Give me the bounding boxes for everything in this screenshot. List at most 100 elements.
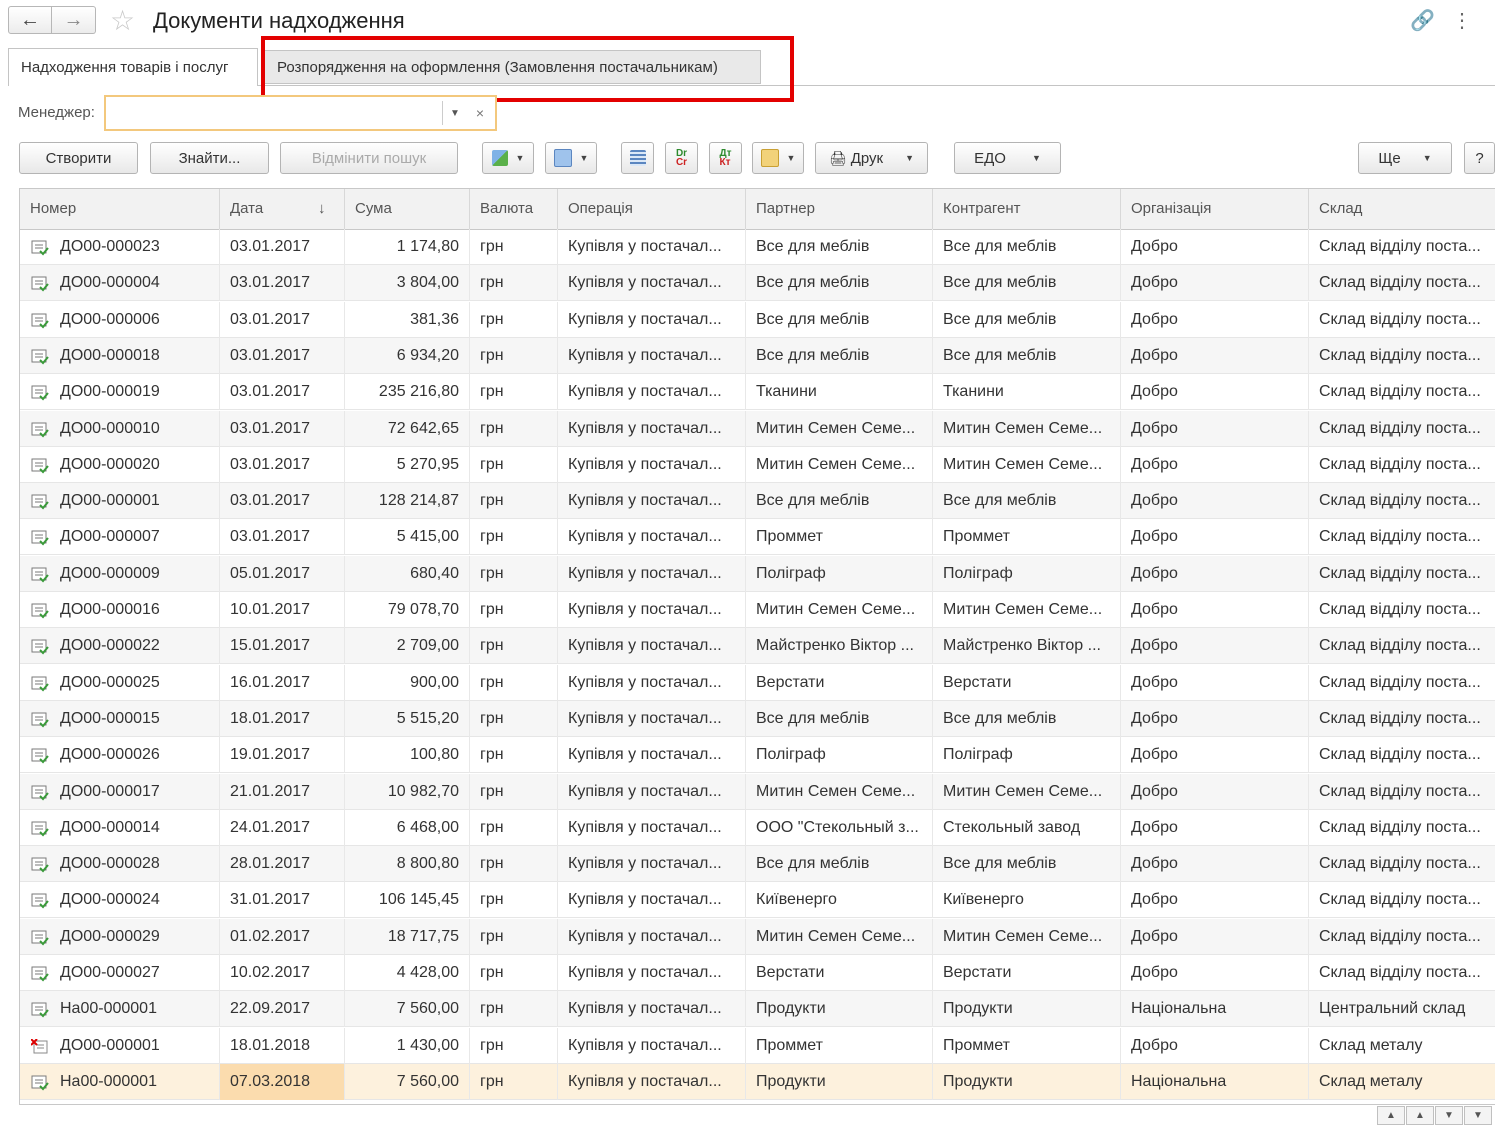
cell-counterparty: Митин Семен Семе... [933,410,1121,447]
cell-counterparty: Все для меблів [933,483,1121,520]
cell-organization: Добро [1121,337,1309,374]
cell-counterparty: Митин Семен Семе... [933,446,1121,483]
cell-currency: грн [470,446,558,483]
column-header-organization[interactable]: Організація [1121,189,1309,229]
scroll-top-icon[interactable]: ▲ [1377,1106,1405,1125]
table-row[interactable]: ДО00-000028 28.01.2017 8 800,80 грн Купівля … [20,846,1495,883]
cell-currency: грн [470,519,558,556]
cell-currency: грн [470,773,558,810]
attach-button[interactable]: ▼ [752,142,804,174]
reports-button[interactable]: ▼ [545,142,597,174]
table-row[interactable]: ДО00-000009 05.01.2017 680,40 грн Купівля у … [20,555,1495,592]
cancel-search-button[interactable]: Відмінити пошук [280,142,458,174]
journal-button[interactable] [621,142,654,174]
table-row[interactable]: ДО00-000016 10.01.2017 79 078,70 грн Купівля… [20,592,1495,628]
close-icon[interactable]: × [468,101,492,125]
dr-cr-icon: Dr Cr [675,148,688,168]
cell-operation: Купівля у постачал... [558,955,746,991]
table-row[interactable]: ДО00-000023 03.01.2017 1 174,80 грн Купівля … [20,229,1495,265]
column-header-sum[interactable]: Сума [345,189,470,229]
column-header-partner[interactable]: Партнер [746,189,933,229]
cell-warehouse: Склад відділу поста... [1309,302,1495,338]
scroll-down-icon[interactable]: ▼ [1435,1106,1463,1125]
cell-number: ДО00-000009 [20,555,220,592]
cell-counterparty: Все для меблів [933,337,1121,374]
chevron-down-icon[interactable]: ▼ [442,101,467,125]
scroll-up-icon[interactable]: ▲ [1406,1106,1434,1125]
more-button[interactable]: Ще ▼ [1358,142,1452,174]
dr-cr-button[interactable]: Dr Cr [665,142,698,174]
cell-date: 19.01.2017 [220,737,345,774]
column-header-counterparty[interactable]: Контрагент [933,189,1121,229]
cell-operation: Купівля у постачал... [558,592,746,628]
chevron-down-icon: ▼ [1031,153,1041,163]
tab-receipts[interactable]: Надходження товарів і послуг [8,48,258,86]
link-icon[interactable]: 🔗 [1410,8,1435,33]
documents-table[interactable]: Номер Дата ↓ Сума Валюта Операція Партнер… [19,188,1495,1105]
table-row[interactable]: ДО00-000015 18.01.2017 5 515,20 грн Купівля … [20,700,1495,737]
cell-date: 16.01.2017 [220,664,345,701]
cell-counterparty: Митин Семен Семе... [933,918,1121,955]
create-based-on-button[interactable]: ▼ [482,142,534,174]
table-row[interactable]: ДО00-000019 03.01.2017 235 216,80 грн Купівл… [20,374,1495,411]
sort-down-icon: ↓ [318,200,326,217]
table-row[interactable]: ДО00-000001 18.01.2018 1 430,00 грн Купівля … [20,1027,1495,1064]
cell-sum: 1 430,00 [345,1027,470,1064]
print-button[interactable]: 🖨 Друк ▼ [815,142,928,174]
table-row[interactable]: ДО00-000001 03.01.2017 128 214,87 грн Купівл… [20,483,1495,520]
table-row[interactable]: ДО00-000022 15.01.2017 2 709,00 грн Купівля … [20,628,1495,665]
cell-organization: Добро [1121,918,1309,955]
table-row[interactable]: ДО00-000006 03.01.2017 381,36 грн Купівля у … [20,301,1495,338]
scroll-bottom-icon[interactable]: ▼ [1464,1106,1492,1125]
create-button[interactable]: Створити [19,142,138,174]
cell-counterparty: Київенерго [933,882,1121,919]
forward-button[interactable]: → [52,6,96,34]
more-vertical-icon[interactable]: ⋮ [1452,8,1472,33]
find-button[interactable]: Знайти... [150,142,269,174]
dt-kt-button[interactable]: Дт Кт [709,142,742,174]
cell-partner: Поліграф [746,737,933,774]
document-posted-icon [31,930,49,946]
help-button[interactable]: ? [1464,142,1495,174]
document-posted-icon [31,494,49,510]
column-header-number[interactable]: Номер [20,189,220,229]
table-row[interactable]: ДО00-000029 01.02.2017 18 717,75 грн Купівля… [20,918,1495,955]
manager-input[interactable] [106,97,446,131]
table-row[interactable]: ДО00-000007 03.01.2017 5 415,00 грн Купівля … [20,519,1495,556]
table-row[interactable]: ДО00-000025 16.01.2017 900,00 грн Купівля у … [20,664,1495,701]
cell-warehouse: Склад відділу поста... [1309,737,1495,773]
table-row[interactable]: ДО00-000004 03.01.2017 3 804,00 грн Купівля … [20,265,1495,302]
back-button[interactable]: ← [8,6,52,34]
edo-button[interactable]: ЕДО ▼ [954,142,1061,174]
table-row[interactable]: ДО00-000017 21.01.2017 10 982,70 грн Купівля… [20,773,1495,810]
table-row[interactable]: ДО00-000018 03.01.2017 6 934,20 грн Купівля … [20,337,1495,374]
table-row[interactable]: На00-000001 07.03.2018 7 560,00 грн Купівля … [20,1063,1495,1100]
cell-number: ДО00-000022 [20,628,220,665]
table-row[interactable]: На00-000001 22.09.2017 7 560,00 грн Купівля … [20,991,1495,1028]
column-header-warehouse[interactable]: Склад [1309,189,1495,229]
cell-number: ДО00-000029 [20,918,220,955]
cell-date: 18.01.2017 [220,700,345,737]
cell-date: 15.01.2017 [220,628,345,665]
table-row[interactable]: ДО00-000014 24.01.2017 6 468,00 грн Купівля … [20,809,1495,846]
cell-organization: Добро [1121,555,1309,592]
column-header-currency[interactable]: Валюта [470,189,558,229]
column-header-operation[interactable]: Операція [558,189,746,229]
table-row[interactable]: ДО00-000027 10.02.2017 4 428,00 грн Купівля … [20,955,1495,991]
column-header-date[interactable]: Дата ↓ [220,189,345,229]
table-row[interactable]: ДО00-000020 03.01.2017 5 270,95 грн Купівля … [20,446,1495,483]
cell-number: ДО00-000016 [20,592,220,628]
cell-date: 18.01.2018 [220,1027,345,1064]
table-row[interactable]: ДО00-000026 19.01.2017 100,80 грн Купівля у … [20,737,1495,774]
table-row[interactable]: ДО00-000024 31.01.2017 106 145,45 грн Купівл… [20,882,1495,919]
cell-counterparty: Продукти [933,991,1121,1028]
cell-date: 21.01.2017 [220,773,345,810]
cell-organization: Добро [1121,519,1309,556]
cell-number: ДО00-000010 [20,410,220,447]
cell-organization: Добро [1121,301,1309,338]
table-row[interactable]: ДО00-000010 03.01.2017 72 642,65 грн Купівля… [20,410,1495,447]
print-label: Друк [850,149,884,167]
star-icon[interactable]: ☆ [110,4,135,37]
cell-sum: 100,80 [345,737,470,774]
manager-field[interactable]: ▼ × [104,95,497,131]
